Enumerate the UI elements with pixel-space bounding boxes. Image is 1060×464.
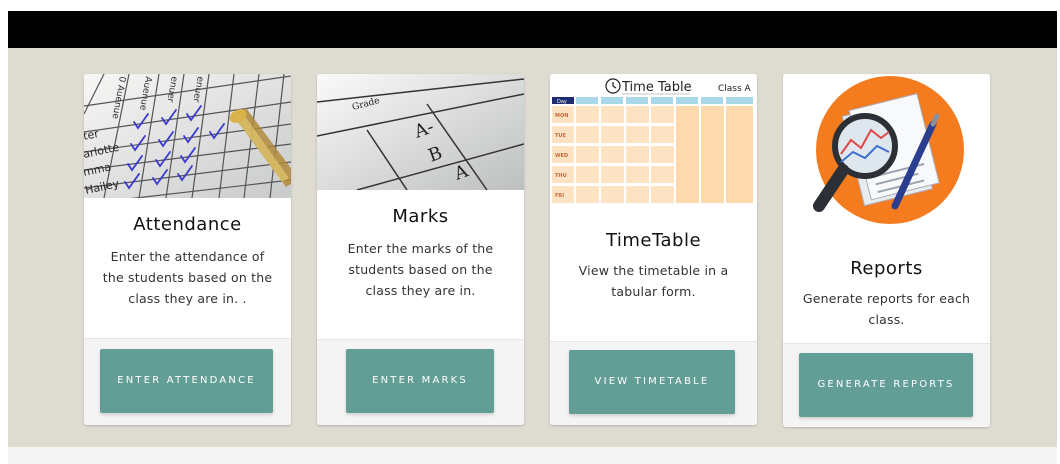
timetable-image: Time Table Class A Day MON TUE WED THU F…	[550, 74, 757, 204]
attendance-sheet-icon: ter arlotte mma Hailey 0 Auenue Auenue e…	[84, 74, 291, 198]
top-navbar	[8, 11, 1057, 48]
page-bottom-bar	[8, 447, 1057, 464]
day-text-thu: THU	[555, 173, 567, 179]
card-title: Attendance	[133, 214, 242, 235]
reports-card: Reports Generate reports for each class.…	[783, 74, 990, 427]
card-title: Marks	[392, 206, 449, 227]
day-text-mon: MON	[555, 113, 568, 119]
card-footer: GENERATE REPORTS	[783, 343, 990, 427]
attendance-image: ter arlotte mma Hailey 0 Auenue Auenue e…	[84, 74, 291, 198]
day-text-wed: WED	[555, 153, 568, 159]
view-timetable-button[interactable]: VIEW TIMETABLE	[569, 350, 735, 414]
day-text-tue: TUE	[555, 133, 566, 139]
day-text-fri: FRI	[555, 193, 564, 199]
enter-marks-button[interactable]: ENTER MARKS	[346, 349, 494, 413]
enter-attendance-button[interactable]: ENTER ATTENDANCE	[100, 349, 273, 413]
card-description: Enter the attendance of the students bas…	[102, 249, 273, 306]
card-title: Reports	[850, 258, 923, 279]
card-description: Generate reports for each class.	[802, 291, 971, 327]
timetable-header-text: Time Table	[621, 80, 692, 95]
generate-reports-button[interactable]: GENERATE REPORTS	[799, 353, 973, 417]
attendance-card: ter arlotte mma Hailey 0 Auenue Auenue e…	[84, 74, 291, 425]
reports-image	[783, 74, 990, 234]
card-footer: ENTER MARKS	[317, 339, 524, 425]
marks-image: Grade A- B A	[317, 74, 524, 190]
card-footer: VIEW TIMETABLE	[550, 341, 757, 425]
class-label-text: Class A	[718, 84, 752, 94]
card-description: Enter the marks of the students based on…	[347, 241, 494, 298]
card-title: TimeTable	[605, 230, 702, 251]
magnifier-report-icon	[813, 76, 964, 224]
day-label-text: Day	[557, 99, 567, 105]
timetable-card: Time Table Class A Day MON TUE WED THU F…	[550, 74, 757, 425]
card-footer: ENTER ATTENDANCE	[84, 338, 291, 425]
timetable-icon: Time Table Class A Day MON TUE WED THU F…	[550, 74, 757, 204]
card-description: View the timetable in a tabular form.	[578, 263, 729, 299]
marks-card: Grade A- B A Marks Enter the marks of th…	[317, 74, 524, 425]
grade-sheet-icon: Grade A- B A	[317, 74, 524, 190]
dashboard-area: ter arlotte mma Hailey 0 Auenue Auenue e…	[8, 48, 1057, 447]
